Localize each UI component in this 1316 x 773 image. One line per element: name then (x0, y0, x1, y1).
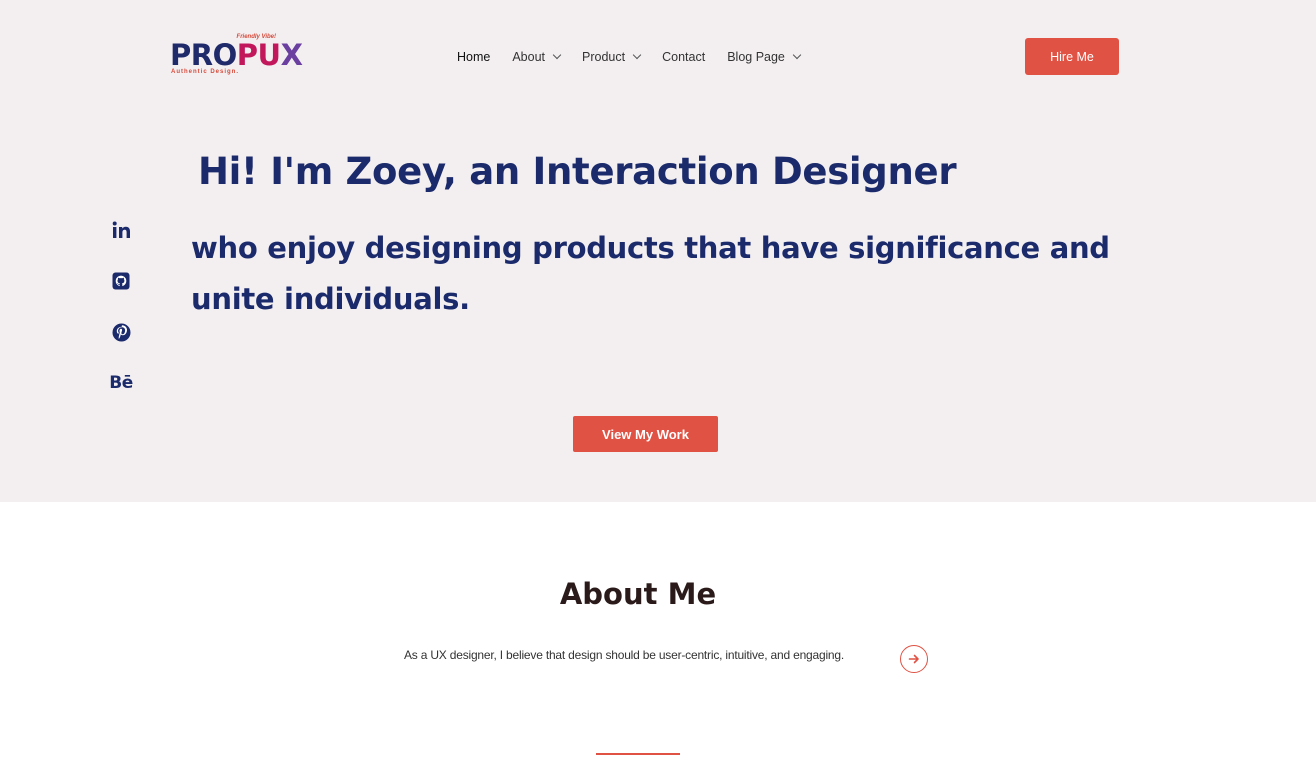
arrow-right-icon (908, 654, 919, 664)
pinterest-icon[interactable] (108, 320, 134, 344)
social-links: Bē (108, 218, 134, 422)
nav-item-contact[interactable]: Contact (662, 50, 705, 64)
about-text: As a UX designer, I believe that design … (404, 648, 845, 662)
arrow-right-button[interactable] (900, 645, 928, 673)
nav-item-about[interactable]: About (512, 50, 562, 64)
hero-headline: Hi! I'm Zoey, an Interaction Designer (198, 150, 957, 193)
nav-item-product[interactable]: Product (582, 50, 642, 64)
nav-item-home[interactable]: Home (457, 50, 490, 64)
chevron-down-icon (792, 50, 802, 60)
about-title: About Me (559, 577, 717, 611)
main-nav: Home About Product Contact Blog Page (457, 47, 822, 67)
github-icon[interactable] (108, 269, 134, 293)
logo-subtitle: Authentic Design. (171, 69, 240, 75)
view-my-work-button[interactable]: View My Work (573, 416, 718, 452)
chevron-down-icon (632, 50, 642, 60)
hero-subheadline: who enjoy designing products that have s… (191, 231, 1110, 316)
logo-wordmark: PROPUX (170, 38, 303, 72)
nav-item-blog[interactable]: Blog Page (727, 50, 802, 64)
behance-icon[interactable]: Bē (108, 371, 134, 395)
chevron-down-icon (552, 50, 562, 60)
linkedin-icon[interactable] (108, 218, 134, 242)
logo[interactable]: Friendly Vibe! PROPUX Authentic Design. (170, 34, 303, 80)
section-divider (596, 753, 680, 755)
hire-me-button[interactable]: Hire Me (1025, 38, 1119, 75)
